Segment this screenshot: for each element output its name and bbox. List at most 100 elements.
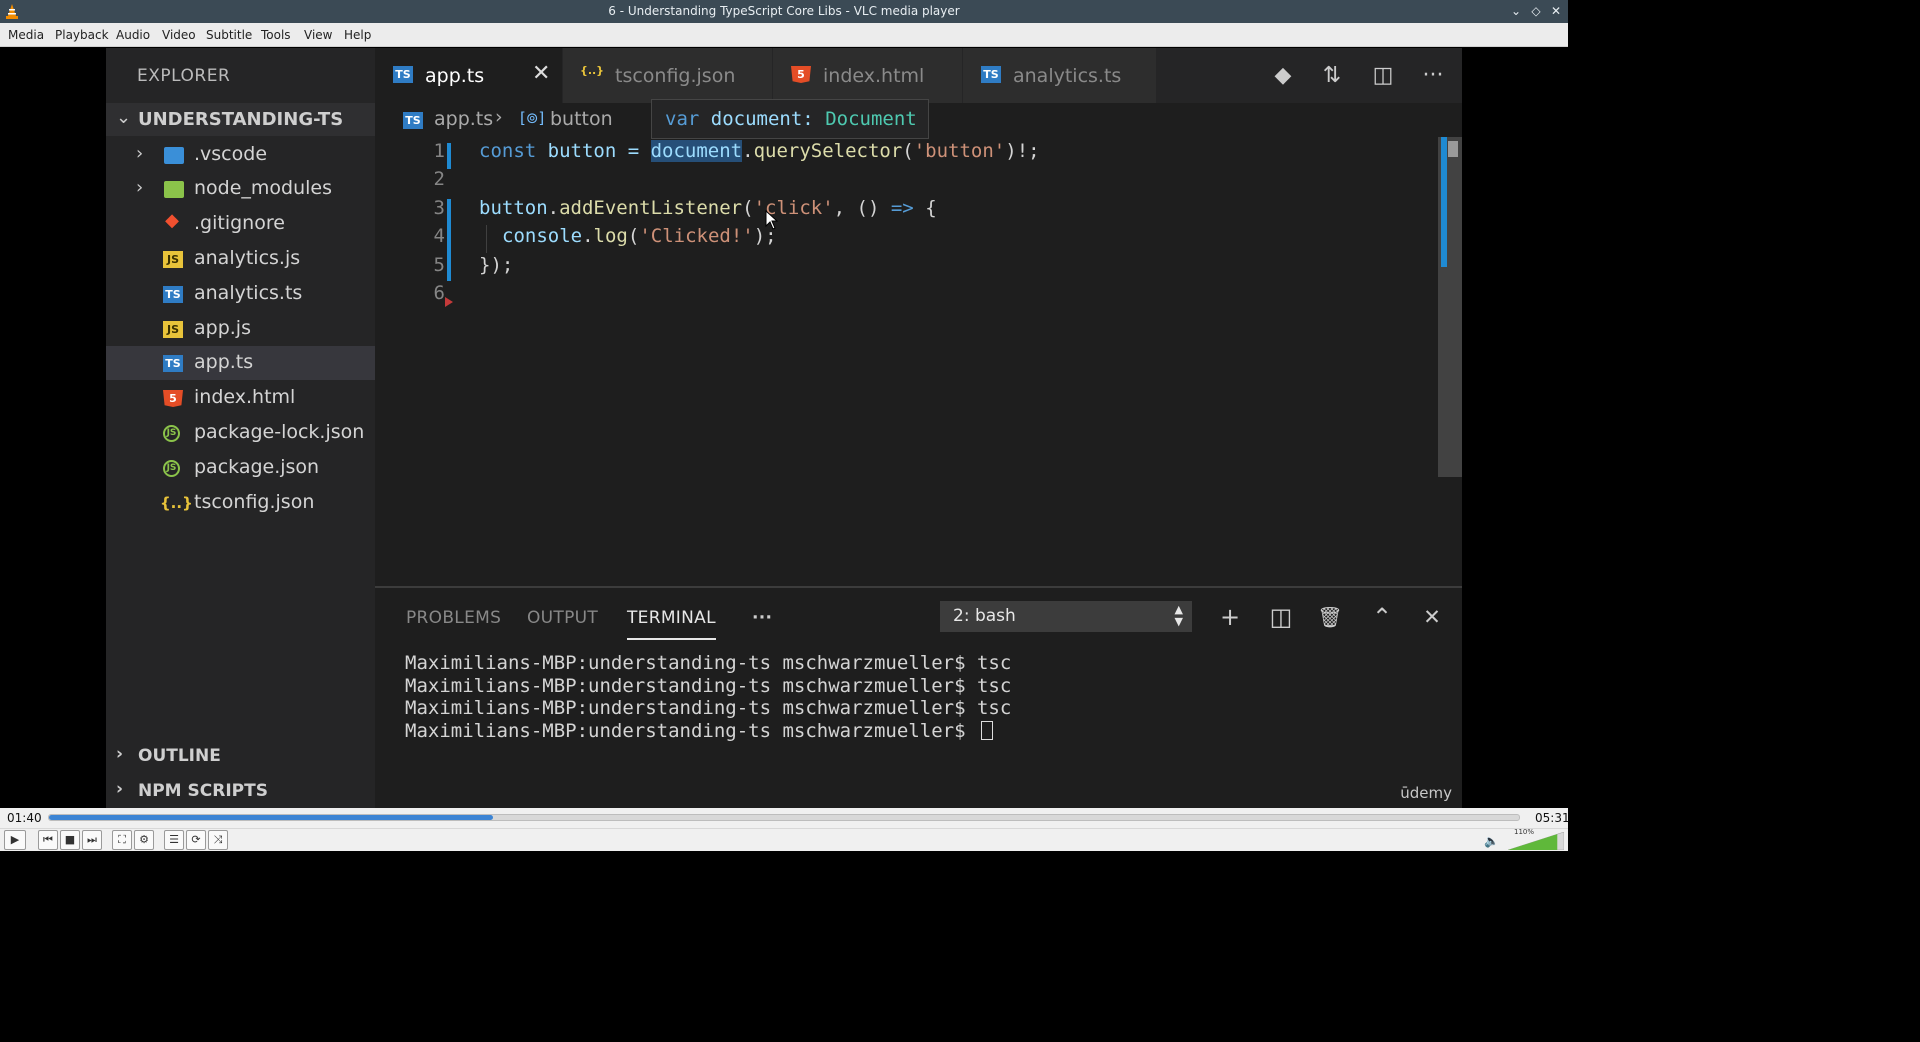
seek-slider[interactable] <box>48 814 1520 821</box>
seek-bar-row: 01:40 05:31 <box>0 808 1570 828</box>
tab-output: OUTPUT <box>527 608 599 628</box>
bottom-panel: PROBLEMS OUTPUT TERMINAL ··· 2: bash ▲ ▼ … <box>375 586 1462 808</box>
chevron-down-icon: ⌄ <box>116 107 132 128</box>
tab-label: analytics.ts <box>1013 65 1122 87</box>
gutter-change-bar <box>447 199 451 281</box>
hover-tooltip: var document: Document <box>651 99 929 139</box>
token: . <box>547 197 560 219</box>
file-name: analytics.js <box>194 247 301 269</box>
chevron-right-icon: › <box>116 779 124 799</box>
token: ( <box>902 140 914 162</box>
code-line-5: }); <box>479 254 514 276</box>
code-editor: 1 2 3 4 5 6 const button = document.quer… <box>375 137 1425 587</box>
npm-json-icon: JS <box>163 460 180 477</box>
window-title: 6 - Understanding TypeScript Core Libs -… <box>608 4 960 18</box>
token: button = <box>536 140 651 162</box>
explorer-item-package-json: JS package.json <box>106 451 375 485</box>
file-name: app.js <box>194 317 251 339</box>
terminal-line: Maximilians-MBP:understanding-ts mschwar… <box>405 697 1012 719</box>
token: ( <box>627 225 640 247</box>
ts-file-icon: TS <box>163 286 183 303</box>
npm-scripts-section: › NPM SCRIPTS <box>106 777 375 807</box>
minimize-icon[interactable]: ⌄ <box>1508 3 1524 19</box>
hover-keyword: var <box>665 108 700 130</box>
chevron-right-icon: › <box>136 177 144 198</box>
shuffle-button[interactable]: ⤨ <box>208 830 228 850</box>
json-braces-icon: {..} <box>160 494 193 512</box>
folder-node-icon <box>164 181 184 198</box>
next-button[interactable]: ⏭ <box>82 830 102 850</box>
token: log <box>593 225 628 247</box>
source-control-icon: ◆ <box>1274 63 1292 88</box>
file-name: tsconfig.json <box>194 491 315 513</box>
menu-media[interactable]: Media <box>8 28 44 42</box>
file-name: .gitignore <box>194 212 285 234</box>
menu-help[interactable]: Help <box>344 28 371 42</box>
explorer-item-gitignore: ◆ .gitignore <box>106 207 375 241</box>
extended-settings-button[interactable]: ⚙ <box>134 830 154 850</box>
maximize-icon[interactable]: ◇ <box>1528 3 1544 19</box>
file-name: package-lock.json <box>194 421 365 443</box>
git-icon: ◆ <box>165 210 179 231</box>
file-name: node_modules <box>194 177 333 199</box>
npm-scripts-label: NPM SCRIPTS <box>138 781 268 801</box>
html5-file-icon: 5 <box>791 66 811 83</box>
line-number: 3 <box>433 197 445 219</box>
volume-slider[interactable] <box>1508 832 1564 850</box>
line-number: 4 <box>433 225 445 247</box>
total-time: 05:31 <box>1535 811 1570 825</box>
json-braces-icon: {..} <box>579 64 605 77</box>
previous-button[interactable]: ⏮ <box>38 830 58 850</box>
chevron-up-icon: ⌃ <box>1371 603 1393 631</box>
token: . <box>582 225 594 247</box>
code-line-1: const button = document.querySelector('b… <box>479 140 1040 162</box>
variable-symbol-icon: [⊚] <box>520 109 545 127</box>
menu-view[interactable]: View <box>304 28 332 42</box>
menu-playback[interactable]: Playback <box>55 28 109 42</box>
explorer-item-analytics-js: JS analytics.js <box>106 242 375 276</box>
playlist-button[interactable]: ☰ <box>164 830 184 850</box>
explorer-root-folder: ⌄ UNDERSTANDING-TS <box>106 103 375 136</box>
terminal-select-value: 2: bash <box>953 606 1016 626</box>
js-file-icon: JS <box>163 321 183 338</box>
file-name: analytics.ts <box>194 282 303 304</box>
hover-type: Document <box>825 108 917 130</box>
ts-file-icon: TS <box>163 355 183 372</box>
outline-section: › OUTLINE <box>106 742 375 772</box>
html5-file-icon: 5 <box>163 390 183 407</box>
volume-control[interactable]: 🔈 110% <box>1484 828 1564 851</box>
scrollbar-change-marker <box>1441 137 1447 267</box>
close-window-icon[interactable]: ✕ <box>1548 3 1564 19</box>
menu-tools[interactable]: Tools <box>261 28 291 42</box>
tab-terminal: TERMINAL <box>627 608 716 640</box>
token: )!; <box>1005 140 1040 162</box>
video-area[interactable]: EXPLORER ⌄ UNDERSTANDING-TS › .vscode › … <box>0 48 1568 808</box>
terminal-output: Maximilians-MBP:understanding-ts mschwar… <box>405 652 1011 742</box>
explorer-item-node-modules: › node_modules <box>106 172 375 206</box>
token: button <box>479 197 548 219</box>
terminal-select: 2: bash ▲ ▼ <box>940 601 1192 632</box>
loop-button[interactable]: ⟳ <box>186 830 206 850</box>
editor-tabs: TS app.ts ✕ {..} tsconfig.json 5 index.h… <box>375 48 1462 103</box>
terminal-line: Maximilians-MBP:understanding-ts mschwar… <box>405 652 1012 674</box>
line-number: 1 <box>433 140 445 162</box>
play-button[interactable]: ▶ <box>4 830 26 850</box>
speaker-icon[interactable]: 🔈 <box>1484 834 1499 848</box>
token: ( <box>742 197 754 219</box>
new-terminal-icon: + <box>1219 603 1241 631</box>
ts-file-icon: TS <box>981 66 1001 83</box>
file-name: app.ts <box>194 351 254 373</box>
menu-video[interactable]: Video <box>162 28 196 42</box>
chevron-right-icon: › <box>136 143 144 164</box>
ts-file-icon: TS <box>403 112 423 129</box>
menu-audio[interactable]: Audio <box>116 28 150 42</box>
breadcrumb-file: app.ts <box>434 108 494 130</box>
fullscreen-button[interactable]: ⛶ <box>112 830 132 850</box>
menu-subtitle[interactable]: Subtitle <box>206 28 252 42</box>
tab-label: tsconfig.json <box>615 65 736 87</box>
seek-progress <box>49 815 493 820</box>
tab-analytics-ts: TS analytics.ts <box>963 48 1157 103</box>
stop-button[interactable]: ■ <box>60 830 80 850</box>
tab-label: index.html <box>823 65 925 87</box>
code-line-4: console.log('Clicked!'); <box>502 225 777 247</box>
